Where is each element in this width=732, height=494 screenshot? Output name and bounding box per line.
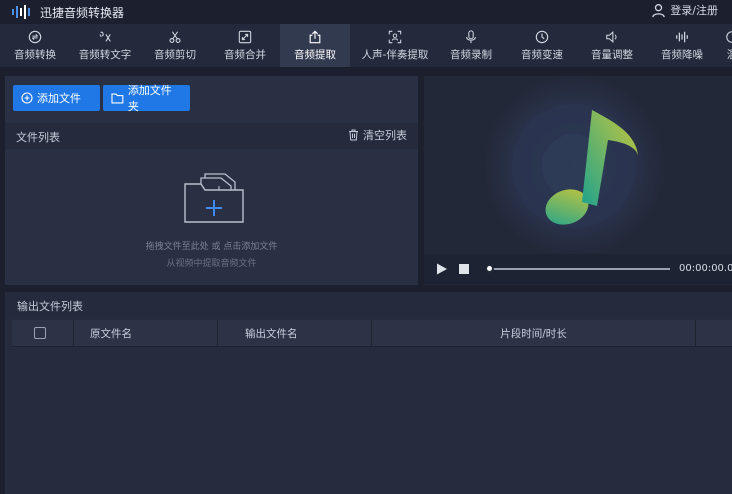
tool-label: 音频降噪: [661, 49, 703, 61]
folder-icon: [111, 93, 124, 104]
tool-audio-merge[interactable]: 音频合并: [210, 24, 280, 67]
file-list-header: 文件列表 清空列表: [5, 123, 418, 149]
merge-icon: [238, 30, 252, 44]
tool-label: 音量调整: [591, 49, 633, 61]
voice-to-text-icon: [99, 31, 111, 42]
output-list-header: 输出文件列表: [5, 292, 732, 318]
drop-hint-primary: 拖拽文件至此处 或 点击添加文件: [145, 242, 278, 252]
tool-label: 音频转文字: [78, 49, 132, 61]
tool-audio-speed[interactable]: 音频变速: [507, 24, 577, 67]
tool-label: 音频剪切: [154, 49, 196, 61]
drop-hint-secondary: 从视频中提取音频文件: [166, 259, 257, 269]
microphone-icon: [466, 30, 476, 44]
tool-vocal-separate[interactable]: 人声-伴奏提取: [350, 24, 440, 67]
file-panel: 添加文件 添加文件夹 文件列表 清空列表 拖拽文件至此处 或 点击添加文件 从视…: [5, 76, 418, 285]
tool-label: 音频变速: [521, 49, 563, 61]
column-source-name: 原文件名: [74, 320, 218, 347]
seek-handle[interactable]: [485, 264, 494, 273]
stop-button[interactable]: [459, 264, 469, 274]
function-toolbar: 音频转换 音频转文字 音频剪切 音频合并 音频提取 人声-伴奏提取 音频录制 音…: [0, 24, 732, 68]
column-output-name: 输出文件名: [218, 320, 372, 347]
tool-audio-record[interactable]: 音频录制: [436, 24, 506, 67]
output-list-title: 输出文件列表: [17, 300, 83, 313]
select-all-column: [12, 320, 74, 347]
login-label: 登录/注册: [670, 4, 718, 17]
file-list-title: 文件列表: [16, 131, 60, 144]
title-bar: 迅捷音频转换器 登录/注册: [0, 0, 732, 24]
clear-list-label: 清空列表: [363, 129, 407, 142]
vocal-separate-icon: [388, 30, 402, 44]
app-title: 迅捷音频转换器: [40, 6, 125, 20]
play-icon[interactable]: [436, 263, 448, 275]
tool-label: 音频提取: [294, 49, 336, 61]
tool-label: 人声-伴奏提取: [361, 49, 429, 61]
tool-label: 音频合并: [224, 49, 266, 61]
add-file-label: 添加文件: [37, 92, 81, 105]
plus-circle-icon: [21, 92, 33, 104]
app-logo-icon: [12, 5, 30, 19]
tool-noise-reduction[interactable]: 音频降噪: [647, 24, 717, 67]
add-folder-button[interactable]: 添加文件夹: [103, 84, 190, 113]
tool-more[interactable]: 混: [717, 24, 732, 67]
tool-audio-to-text[interactable]: 音频转文字: [70, 24, 140, 67]
time-readout: 00:00:00.00: [679, 263, 732, 274]
noise-reduction-icon: [676, 31, 688, 43]
speed-icon: [535, 30, 549, 44]
add-folder-label: 添加文件夹: [127, 84, 172, 113]
tool-label: 音频录制: [450, 49, 492, 61]
column-segment-duration: 片段时间/时长: [372, 320, 696, 347]
tool-audio-cut[interactable]: 音频剪切: [140, 24, 210, 67]
tool-label: 音频转换: [14, 49, 56, 61]
trash-icon: [349, 129, 358, 141]
more-icon: [726, 31, 732, 43]
login-button[interactable]: 登录/注册: [651, 2, 718, 18]
clear-list-button[interactable]: 清空列表: [348, 127, 407, 143]
tool-audio-extract[interactable]: 音频提取: [280, 24, 350, 67]
player-controls: 00:00:00.00: [424, 254, 732, 284]
seek-bar[interactable]: [488, 268, 670, 270]
tool-label: 混: [727, 47, 732, 62]
convert-icon: [28, 30, 42, 44]
select-all-checkbox[interactable]: [34, 327, 46, 339]
tool-volume-adjust[interactable]: 音量调整: [577, 24, 647, 67]
user-icon: [652, 3, 666, 17]
open-folder-icon: [184, 173, 244, 223]
tool-audio-convert[interactable]: 音频转换: [0, 24, 70, 67]
output-table-header: 原文件名 输出文件名 片段时间/时长: [12, 320, 732, 347]
scissors-icon: [169, 31, 181, 43]
add-file-button[interactable]: 添加文件: [13, 85, 100, 111]
extract-icon: [309, 30, 321, 44]
volume-icon: [606, 31, 617, 43]
